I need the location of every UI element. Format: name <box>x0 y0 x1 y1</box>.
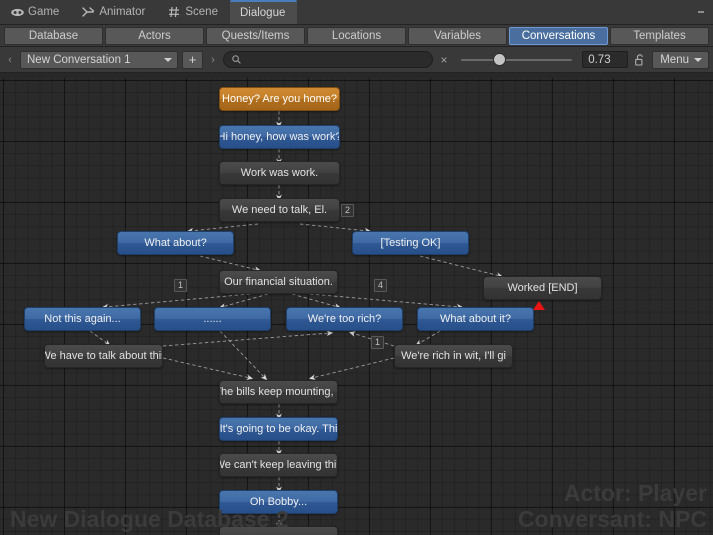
subtab-templates-label: Templates <box>633 29 686 42</box>
node-text: Worked [END] <box>507 282 578 294</box>
dialogue-node-npc[interactable]: We have to talk about this <box>44 344 163 368</box>
dialogue-node-player[interactable]: Not this again... <box>24 307 141 331</box>
subtab-variables[interactable]: Variables <box>408 26 507 45</box>
zoom-value: 0.73 <box>588 53 611 66</box>
node-text: [Testing OK] <box>380 237 441 249</box>
chevron-down-icon <box>694 57 702 62</box>
dialogue-node-player[interactable]: Oh Bobby... <box>219 490 338 514</box>
node-text: The bills keep mounting, a <box>219 386 338 398</box>
dialogue-node-npc[interactable]: We can't keep leaving thin <box>219 453 338 477</box>
tab-animator-label: Animator <box>99 6 146 18</box>
subtab-variables-label: Variables <box>433 29 482 42</box>
subtab-quests-items-label: Quests/Items <box>221 29 290 42</box>
node-text: Work was work. <box>240 167 319 179</box>
tab-game[interactable]: Game <box>0 0 71 24</box>
tab-game-label: Game <box>28 6 60 18</box>
search-icon <box>232 51 241 69</box>
add-conversation-label: + <box>188 52 197 67</box>
dialogue-node-npc[interactable]: The bills keep mounting, a <box>219 380 338 404</box>
tab-scene-label: Scene <box>185 6 218 18</box>
link-count-badge: 1 <box>174 279 188 292</box>
dialogue-node-npc[interactable]: Our financial situation. <box>219 270 338 294</box>
subtab-actors-label: Actors <box>138 29 171 42</box>
chevron-down-icon <box>164 57 172 62</box>
node-text: ...... <box>203 313 222 325</box>
dialogue-node-player[interactable]: What about it? <box>417 307 534 331</box>
link-count-badge: 1 <box>371 336 385 349</box>
zoom-value-field[interactable]: 0.73 <box>582 51 629 68</box>
dialogue-node-npc-end[interactable]: Worked [END] <box>483 276 602 300</box>
subtab-conversations[interactable]: Conversations <box>509 26 608 45</box>
menu-button[interactable]: Menu <box>652 50 709 69</box>
subtab-templates[interactable]: Templates <box>610 26 709 45</box>
tab-dialogue-label: Dialogue <box>239 7 286 19</box>
grid-hash-icon <box>167 5 181 19</box>
window-tab-bar: Game Animator Scene Dialogue <box>0 0 713 25</box>
animator-icon <box>81 5 95 19</box>
node-text: Honey? Are you home? <box>222 93 337 105</box>
node-text: We can't keep leaving thin <box>219 459 338 471</box>
dialogue-node-npc[interactable]: Work was work. <box>219 161 340 185</box>
gamepad-icon <box>10 5 24 19</box>
subtab-database-label: Database <box>28 29 79 42</box>
dialogue-node-canvas[interactable]: Honey? Are you home? Hi honey, how was w… <box>0 78 713 535</box>
subtab-quests-items[interactable]: Quests/Items <box>206 26 305 45</box>
node-text: Not this again... <box>44 313 121 325</box>
tab-dialogue[interactable]: Dialogue <box>229 0 298 24</box>
node-text: We're rich in wit, I'll gi <box>401 350 506 362</box>
node-text: What about it? <box>440 313 511 325</box>
dialogue-node-npc-partial[interactable] <box>219 526 338 535</box>
link-count-value: 1 <box>375 337 381 347</box>
clear-search-icon[interactable]: × <box>437 53 451 67</box>
dialogue-node-npc[interactable]: We're rich in wit, I'll gi <box>394 344 513 368</box>
back-chevron-icon[interactable]: ‹ <box>4 54 16 66</box>
subtab-locations[interactable]: Locations <box>307 26 406 45</box>
subtab-actors[interactable]: Actors <box>105 26 204 45</box>
link-count-badge: 4 <box>374 279 388 292</box>
tab-animator[interactable]: Animator <box>71 0 157 24</box>
red-triangle-marker <box>533 301 545 310</box>
node-text: Our financial situation. <box>224 276 333 288</box>
link-count-value: 1 <box>178 280 184 290</box>
link-count-value: 4 <box>378 280 384 290</box>
conversation-dropdown-value: New Conversation 1 <box>27 53 131 66</box>
dialogue-node-start[interactable]: Honey? Are you home? <box>219 87 340 111</box>
forward-chevron-icon[interactable]: › <box>207 54 219 66</box>
add-conversation-button[interactable]: + <box>182 50 203 69</box>
node-text: We're too rich? <box>307 313 382 325</box>
menu-button-label: Menu <box>660 53 689 66</box>
node-text: Hi honey, how was work? <box>219 131 340 143</box>
zoom-slider-track <box>461 58 573 61</box>
link-count-badge: 2 <box>341 204 355 217</box>
kebab-menu-icon[interactable] <box>693 0 709 24</box>
node-text: It's going to be okay. Thi <box>219 423 338 435</box>
subtab-database[interactable]: Database <box>4 26 103 45</box>
zoom-slider-handle[interactable] <box>494 54 506 65</box>
node-text: We have to talk about this <box>44 350 163 362</box>
database-section-tabs: Database Actors Quests/Items Locations V… <box>0 25 713 47</box>
dialogue-node-player[interactable]: We're too rich? <box>286 307 403 331</box>
dialogue-node-player[interactable]: It's going to be okay. Thi <box>219 417 338 441</box>
node-text: Oh Bobby... <box>249 496 308 508</box>
conversation-toolbar: ‹ New Conversation 1 + › × 0.73 Menu <box>0 47 713 73</box>
dialogue-node-player[interactable]: ...... <box>154 307 271 331</box>
dialogue-node-npc[interactable]: We need to talk, El. <box>219 198 340 222</box>
dialogue-node-player[interactable]: [Testing OK] <box>352 231 469 255</box>
zoom-slider[interactable] <box>455 51 578 69</box>
tab-scene[interactable]: Scene <box>157 0 230 24</box>
unlocked-padlock-icon[interactable] <box>632 53 648 66</box>
search-input[interactable] <box>246 53 424 66</box>
dialogue-node-player[interactable]: What about? <box>117 231 234 255</box>
link-count-value: 2 <box>345 205 351 215</box>
subtab-conversations-label: Conversations <box>521 29 596 42</box>
subtab-locations-label: Locations <box>331 29 382 42</box>
conversation-dropdown[interactable]: New Conversation 1 <box>20 50 178 69</box>
search-field-wrapper[interactable] <box>223 51 433 68</box>
node-text: What about? <box>144 237 207 249</box>
dialogue-node-player[interactable]: Hi honey, how was work? <box>219 125 340 149</box>
node-text: We need to talk, El. <box>231 204 328 216</box>
